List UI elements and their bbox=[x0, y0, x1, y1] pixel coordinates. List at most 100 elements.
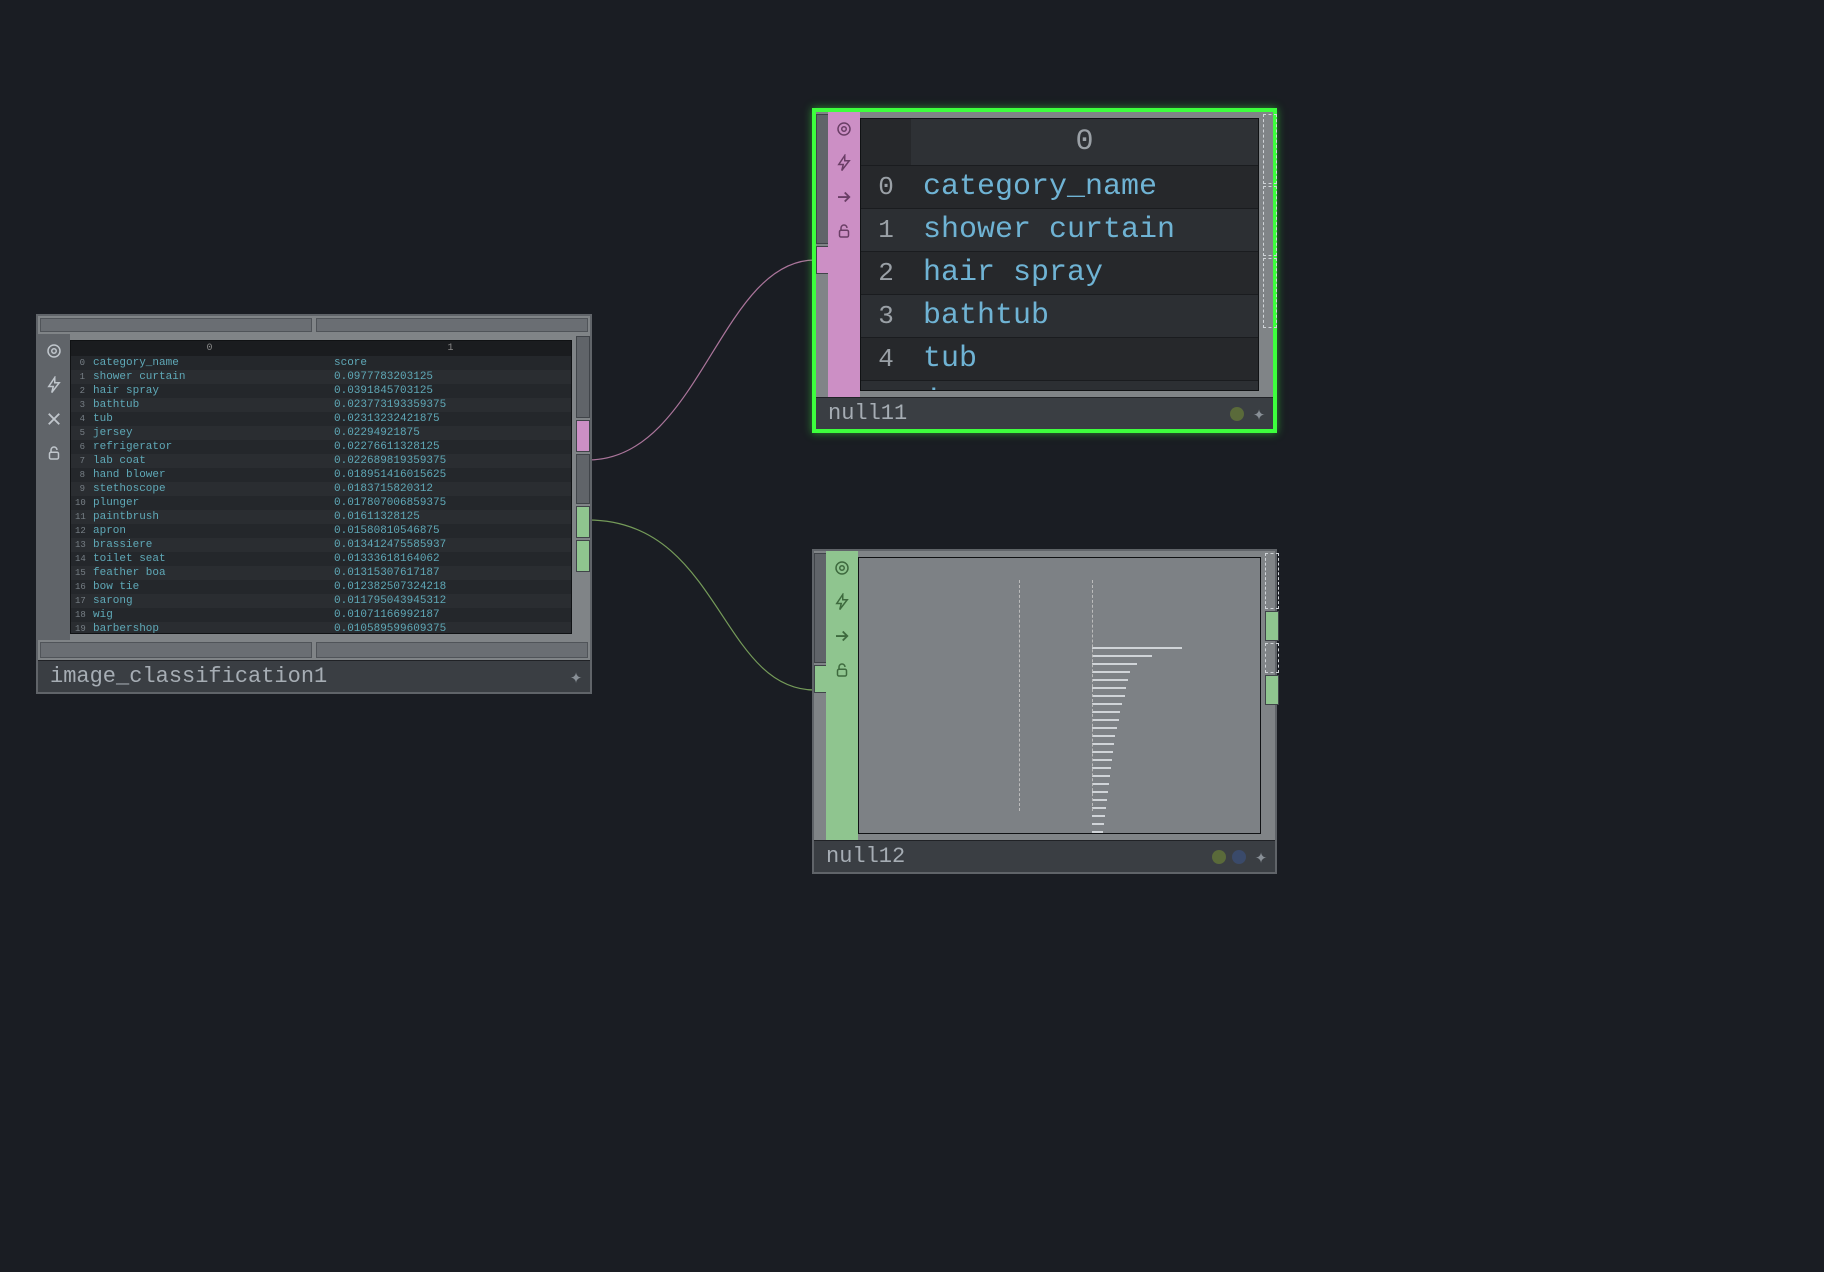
table-row[interactable]: 16bow tie0.012382507324218 bbox=[71, 580, 571, 594]
bar bbox=[1092, 791, 1108, 793]
row-index: 14 bbox=[71, 553, 89, 565]
score-cell: 0.01315307617187 bbox=[330, 566, 571, 580]
table-row[interactable]: 18wig0.01071166992187 bbox=[71, 608, 571, 622]
bolt-icon[interactable] bbox=[829, 148, 859, 178]
category-cell: brassiere bbox=[89, 538, 330, 552]
bar bbox=[1092, 775, 1110, 777]
table-row[interactable]: 0category_name bbox=[861, 165, 1258, 208]
output-connector-pink[interactable] bbox=[576, 420, 590, 452]
table-row[interactable]: 7lab coat0.022689819359375 bbox=[71, 454, 571, 468]
node-image-classification1[interactable]: 0 1 0category_namescore1shower curtain0.… bbox=[36, 314, 592, 694]
table-row[interactable]: 15feather boa0.01315307617187 bbox=[71, 566, 571, 580]
close-icon[interactable] bbox=[39, 404, 69, 434]
node-null11[interactable]: 0 0category_name1shower curtain2hair spr… bbox=[812, 108, 1277, 433]
connector-col-right bbox=[576, 334, 590, 640]
table-row[interactable]: 2hair spray bbox=[861, 251, 1258, 294]
row-index: 10 bbox=[71, 497, 89, 509]
bolt-icon[interactable] bbox=[39, 370, 69, 400]
table-row[interactable]: 19barbershop0.010589599609375 bbox=[71, 622, 571, 634]
node-name-classifier: image_classification1 bbox=[50, 664, 327, 689]
category-cell: apron bbox=[89, 524, 330, 538]
table-row[interactable]: 10plunger0.017807006859375 bbox=[71, 496, 571, 510]
category-cell: category_name bbox=[89, 356, 330, 370]
table-row[interactable]: 17sarong0.011795043945312 bbox=[71, 594, 571, 608]
table-row[interactable]: 1shower curtain bbox=[861, 208, 1258, 251]
output-connector-green-2[interactable] bbox=[1265, 675, 1279, 705]
node-null12[interactable]: null12 ✦ bbox=[812, 549, 1277, 874]
node-mid-tabs bbox=[38, 640, 590, 660]
category-cell: hand blower bbox=[89, 468, 330, 482]
table-row[interactable]: 6refrigerator0.02276611328125 bbox=[71, 440, 571, 454]
score-cell: score bbox=[330, 356, 571, 370]
category-cell: sarong bbox=[89, 594, 330, 608]
row-index: 1 bbox=[71, 371, 89, 383]
target-icon[interactable] bbox=[827, 553, 857, 583]
classifier-table-viewer[interactable]: 0 1 0category_namescore1shower curtain0.… bbox=[70, 340, 572, 634]
score-cell: 0.02294921875 bbox=[330, 426, 571, 440]
row-index: 16 bbox=[71, 581, 89, 593]
row-index: 18 bbox=[71, 609, 89, 621]
lock-icon[interactable] bbox=[39, 438, 69, 468]
table-row[interactable]: 11paintbrush0.01611328125 bbox=[71, 510, 571, 524]
bar bbox=[1092, 751, 1113, 753]
status-dot-blue bbox=[1232, 850, 1246, 864]
node-name-null12: null12 bbox=[826, 844, 905, 869]
output-connector-green[interactable] bbox=[576, 506, 590, 538]
row-index: 2 bbox=[71, 385, 89, 397]
null12-chart-viewer[interactable] bbox=[858, 557, 1261, 834]
category-cell: paintbrush bbox=[89, 510, 330, 524]
output-connector-green-2[interactable] bbox=[576, 540, 590, 572]
icon-rail-null11 bbox=[828, 112, 860, 397]
plus-icon[interactable]: ✦ bbox=[570, 664, 582, 690]
input-connector-col bbox=[814, 551, 826, 840]
category-cell: tub bbox=[89, 412, 330, 426]
score-cell: 0.023773193359375 bbox=[330, 398, 571, 412]
table-row[interactable]: 4tub0.02313232421875 bbox=[71, 412, 571, 426]
table-row[interactable]: 9stethoscope0.0183715820312 bbox=[71, 482, 571, 496]
bar bbox=[1092, 735, 1115, 737]
icon-rail-null12 bbox=[826, 551, 858, 840]
table-row[interactable]: 5jersey bbox=[861, 380, 1258, 391]
row-index: 4 bbox=[71, 413, 89, 425]
row-index: 12 bbox=[71, 525, 89, 537]
arrow-icon[interactable] bbox=[827, 621, 857, 651]
bolt-icon[interactable] bbox=[827, 587, 857, 617]
value-cell: hair spray bbox=[911, 252, 1258, 294]
table-row[interactable]: 0category_namescore bbox=[71, 356, 571, 370]
null11-table-viewer[interactable]: 0 0category_name1shower curtain2hair spr… bbox=[860, 118, 1259, 391]
table-row[interactable]: 5jersey0.02294921875 bbox=[71, 426, 571, 440]
score-cell: 0.010589599609375 bbox=[330, 622, 571, 634]
score-cell: 0.013412475585937 bbox=[330, 538, 571, 552]
table-row[interactable]: 1shower curtain0.0977783203125 bbox=[71, 370, 571, 384]
bar bbox=[1092, 759, 1112, 761]
arrow-icon[interactable] bbox=[829, 182, 859, 212]
category-cell: shower curtain bbox=[89, 370, 330, 384]
table-row[interactable]: 14toilet seat0.01333618164062 bbox=[71, 552, 571, 566]
bar bbox=[1092, 799, 1107, 801]
table-row[interactable]: 13brassiere0.013412475585937 bbox=[71, 538, 571, 552]
table-row[interactable]: 4tub bbox=[861, 337, 1258, 380]
category-cell: refrigerator bbox=[89, 440, 330, 454]
plus-icon[interactable]: ✦ bbox=[1253, 401, 1265, 427]
lock-icon[interactable] bbox=[827, 655, 857, 685]
category-cell: stethoscope bbox=[89, 482, 330, 496]
table-row[interactable]: 8hand blower0.018951416015625 bbox=[71, 468, 571, 482]
row-index: 4 bbox=[861, 340, 911, 378]
table-row[interactable]: 2hair spray0.0391845703125 bbox=[71, 384, 571, 398]
output-connector-green[interactable] bbox=[1265, 611, 1279, 641]
table-row[interactable]: 3bathtub bbox=[861, 294, 1258, 337]
target-icon[interactable] bbox=[829, 114, 859, 144]
row-index: 15 bbox=[71, 567, 89, 579]
output-connector-col bbox=[1263, 112, 1273, 397]
target-icon[interactable] bbox=[39, 336, 69, 366]
plus-icon[interactable]: ✦ bbox=[1255, 844, 1267, 870]
value-cell: category_name bbox=[911, 166, 1258, 208]
col-header-0: 0 bbox=[89, 341, 330, 356]
bar bbox=[1092, 783, 1109, 785]
null11-col-header: 0 bbox=[911, 119, 1258, 165]
lock-icon[interactable] bbox=[829, 216, 859, 246]
table-row[interactable]: 12apron0.01580810546875 bbox=[71, 524, 571, 538]
bar bbox=[1092, 727, 1117, 729]
table-row[interactable]: 3bathtub0.023773193359375 bbox=[71, 398, 571, 412]
bar bbox=[1092, 711, 1120, 713]
